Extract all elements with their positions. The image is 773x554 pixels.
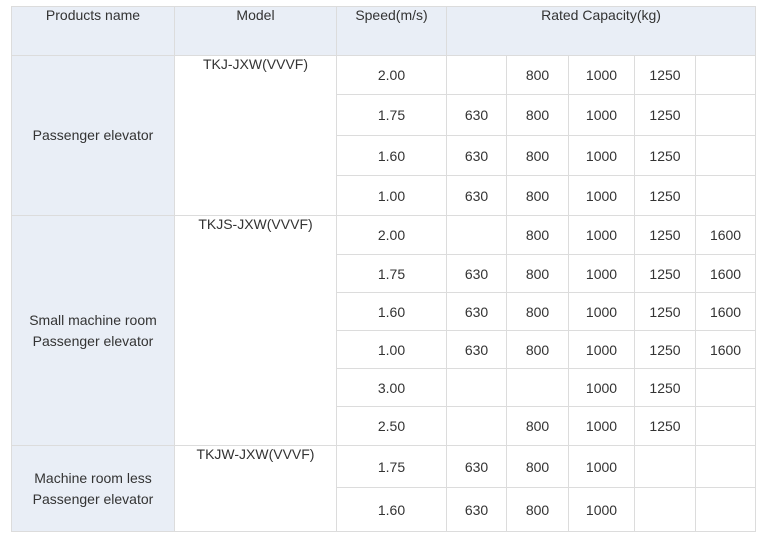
capacity-cell: 1250 [634, 94, 696, 136]
speed-cell: 1.75 [336, 445, 447, 488]
capacity-cell: 800 [506, 330, 569, 369]
product-name-cell: Small machine room Passenger elevator [11, 215, 175, 446]
capacity-cell: 1250 [634, 175, 696, 216]
table-row: Small machine room Passenger elevator TKJS… [11, 215, 757, 446]
elevator-spec-table: Products name Model Speed(m/s) Rated Cap… [11, 6, 757, 532]
capacity-cell: 630 [446, 292, 507, 331]
capacity-cell [694, 94, 757, 136]
capacity-cell: 1250 [634, 368, 696, 407]
speed-cell: 1.00 [336, 175, 447, 216]
table-row: Passenger elevator TKJ-JXW(VVVF) 2.00 800 10… [11, 55, 757, 216]
speed-cell: 1.00 [336, 330, 447, 369]
speed-cell: 2.00 [336, 215, 447, 255]
speed-cell: 1.60 [336, 135, 447, 176]
capacity-cell: 630 [446, 175, 507, 216]
capacity-cell [634, 445, 696, 488]
capacity-cell: 800 [506, 487, 569, 532]
speed-cell: 1.60 [336, 292, 447, 331]
speed-cell: 2.00 [336, 55, 447, 95]
capacity-cell: 630 [446, 94, 507, 136]
capacity-cell [694, 135, 757, 176]
product-name-line: Passenger elevator [32, 332, 154, 349]
capacity-cell [694, 55, 757, 95]
capacity-cell [634, 487, 696, 532]
capacity-cell [694, 175, 757, 216]
product-name-line: Small machine room [29, 311, 157, 328]
capacity-cell [694, 445, 757, 488]
model-cell: TKJS-JXW(VVVF) [174, 215, 337, 446]
capacity-cell: 800 [506, 94, 569, 136]
capacity-cell [694, 368, 757, 407]
capacity-cell: 1250 [634, 55, 696, 95]
capacity-cell [694, 487, 757, 532]
capacity-cell: 1250 [634, 406, 696, 446]
product-name-line: Machine room less [34, 469, 152, 486]
header-speed: Speed(m/s) [336, 6, 447, 56]
capacity-cell: 1600 [694, 292, 757, 331]
capacity-cell: 1000 [568, 135, 635, 176]
capacity-cell: 800 [506, 215, 569, 255]
capacity-cell: 800 [506, 254, 569, 293]
capacity-cell: 1000 [568, 215, 635, 255]
product-name-cell: Machine room less Passenger elevator [11, 445, 175, 532]
capacity-cell [446, 215, 507, 255]
capacity-cell: 1000 [568, 487, 635, 532]
capacity-cell: 630 [446, 487, 507, 532]
capacity-cell: 1000 [568, 406, 635, 446]
speed-cell: 1.75 [336, 254, 447, 293]
header-rated-capacity: Rated Capacity(kg) [445, 6, 757, 56]
capacity-cell: 630 [446, 330, 507, 369]
capacity-cell: 1000 [568, 94, 635, 136]
capacity-cell [506, 368, 569, 407]
header-row: Products name Model Speed(m/s) Rated Cap… [11, 6, 757, 56]
capacity-cell [446, 368, 507, 407]
speed-cell: 1.60 [336, 487, 447, 532]
header-model: Model [174, 6, 337, 56]
capacity-cell: 800 [506, 55, 569, 95]
capacity-cell [446, 55, 507, 95]
capacity-cell: 800 [506, 292, 569, 331]
speed-cell: 3.00 [336, 368, 447, 407]
capacity-cell [446, 406, 507, 446]
model-cell: TKJ-JXW(VVVF) [174, 55, 337, 216]
capacity-cell: 630 [446, 445, 507, 488]
speed-cell: 2.50 [336, 406, 447, 446]
capacity-cell: 800 [506, 135, 569, 176]
capacity-cell [694, 406, 757, 446]
capacity-cell: 1000 [568, 254, 635, 293]
capacity-cell: 1000 [568, 445, 635, 488]
capacity-cell: 1250 [634, 330, 696, 369]
header-products-name: Products name [11, 6, 175, 56]
capacity-cell: 800 [506, 445, 569, 488]
capacity-cell: 1000 [568, 55, 635, 95]
speed-cell: 1.75 [336, 94, 447, 136]
model-cell: TKJW-JXW(VVVF) [174, 445, 337, 532]
capacity-cell: 1250 [634, 135, 696, 176]
capacity-cell: 1600 [694, 330, 757, 369]
capacity-cell: 1000 [568, 292, 635, 331]
capacity-cell: 800 [506, 406, 569, 446]
capacity-cell: 1000 [568, 175, 635, 216]
capacity-cell: 800 [506, 175, 569, 216]
product-name-line: Passenger elevator [32, 127, 154, 143]
capacity-cell: 630 [446, 135, 507, 176]
capacity-cell: 1250 [634, 254, 696, 293]
capacity-cell: 630 [446, 254, 507, 293]
capacity-cell: 1600 [694, 215, 757, 255]
capacity-cell: 1000 [568, 368, 635, 407]
capacity-cell: 1250 [634, 215, 696, 255]
capacity-cell: 1000 [568, 330, 635, 369]
product-name-line: Passenger elevator [32, 490, 154, 507]
capacity-cell: 1600 [694, 254, 757, 293]
capacity-cell: 1250 [634, 292, 696, 331]
table-row: Machine room less Passenger elevator TKJW-… [11, 445, 757, 532]
product-name-cell: Passenger elevator [11, 55, 175, 216]
